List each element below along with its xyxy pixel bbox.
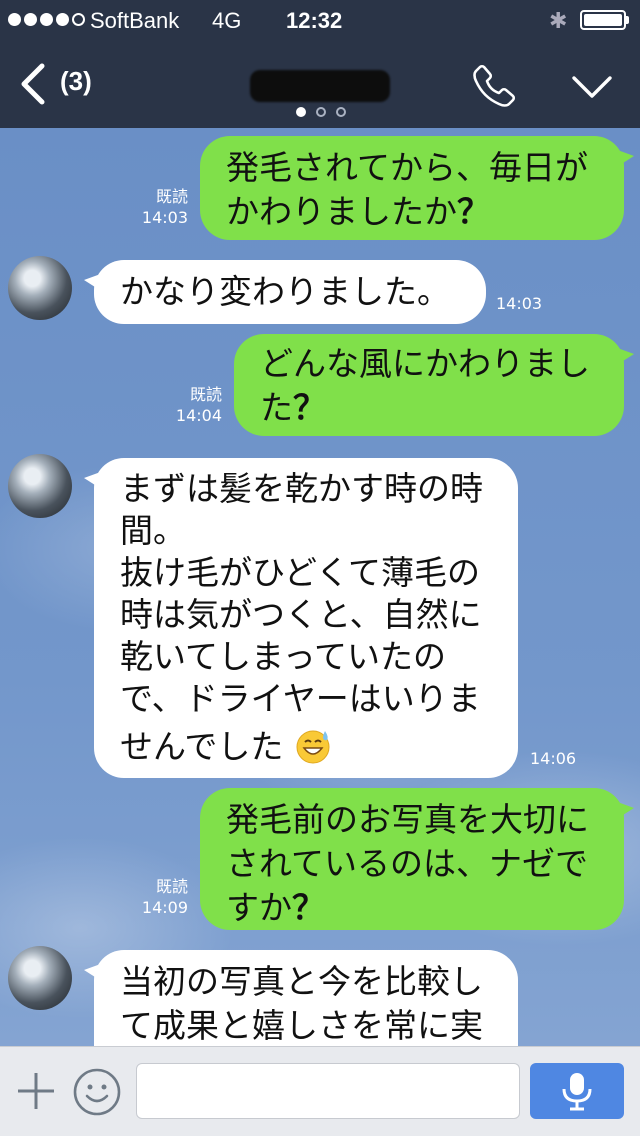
- message-line: すか？: [226, 888, 325, 927]
- status-bar: SoftBank 4G 12:32 ✱: [0, 0, 640, 40]
- message-input-bar: [0, 1046, 640, 1136]
- message-bubble-received[interactable]: かなり変わりました。: [84, 260, 486, 324]
- back-chevron-icon[interactable]: [14, 62, 54, 106]
- message-bubble-sent[interactable]: 発毛されてから、毎日が かわりましたか？: [200, 136, 634, 240]
- message-line: 発毛されてから、毎日が: [226, 148, 589, 187]
- message-line: た？: [260, 388, 326, 427]
- message-line: どんな風にかわりまし: [260, 344, 590, 383]
- chat-title-redacted: [250, 70, 390, 102]
- message-line: て成果と嬉しさを常に実: [120, 1006, 483, 1045]
- message-time: 14:03: [496, 294, 543, 313]
- status-time: 12:32: [286, 8, 343, 33]
- chat-area[interactable]: 既読 14:03 発毛されてから、毎日が かわりましたか？ かなり変わりました。…: [0, 128, 640, 1046]
- message-meta: 既読 14:09: [128, 876, 188, 918]
- message-meta: 既読 14:04: [162, 384, 222, 426]
- message-time: 14:03: [141, 208, 188, 227]
- message-time: 14:09: [141, 898, 188, 917]
- message-line: かわりましたか？: [226, 192, 490, 231]
- page-dot: [336, 107, 346, 117]
- unread-count[interactable]: (3): [60, 66, 92, 97]
- message-line: 当初の写真と今を比較し: [120, 962, 483, 1001]
- message-time: 14:04: [175, 406, 222, 425]
- message-bubble-received[interactable]: まずは髪を乾かす時の時 間。 抜け毛がひどくて薄毛の 時は気がつくと、自然に 乾…: [84, 458, 518, 778]
- message-meta: 既読 14:03: [128, 186, 188, 228]
- chat-header: (3): [0, 40, 640, 128]
- grinning-sweat-emoji: [296, 730, 330, 764]
- read-receipt: 既読: [155, 877, 188, 896]
- read-receipt: 既読: [189, 385, 222, 404]
- message-line: まずは髪を乾かす時の時: [120, 469, 483, 508]
- page-indicator: [296, 107, 346, 117]
- carrier-name: SoftBank: [90, 8, 180, 33]
- message-bubble-sent[interactable]: どんな風にかわりまし た？: [234, 334, 634, 436]
- message-bubble-received[interactable]: 当初の写真と今を比較し て成果と嬉しさを常に実: [84, 950, 518, 1046]
- battery-icon: [580, 10, 626, 30]
- bluetooth-icon: ✱: [549, 8, 568, 33]
- microphone-icon: [562, 1073, 592, 1111]
- avatar[interactable]: [8, 946, 72, 1010]
- network-type: 4G: [212, 8, 242, 33]
- message-line: 抜け毛がひどくて薄毛の: [120, 553, 481, 592]
- message-line: せんでした: [120, 726, 518, 768]
- signal-strength-icon: [8, 13, 85, 26]
- plus-icon[interactable]: [14, 1069, 58, 1113]
- message-input[interactable]: [136, 1063, 520, 1119]
- message-line: 間。: [120, 511, 186, 550]
- message-line: 乾いてしまっていたの: [120, 637, 447, 676]
- battery-tip: [626, 16, 629, 24]
- avatar[interactable]: [8, 256, 72, 320]
- chevron-down-icon[interactable]: [568, 68, 616, 104]
- message-time: 14:06: [530, 749, 577, 768]
- voice-message-button[interactable]: [530, 1063, 624, 1119]
- smiley-icon[interactable]: [72, 1067, 122, 1117]
- message-line: されているのは、ナゼで: [226, 844, 589, 883]
- message-line: かなり変わりました。: [120, 272, 450, 311]
- avatar[interactable]: [8, 454, 72, 518]
- page-dot-active: [296, 107, 306, 117]
- message-line: で、ドライヤーはいりま: [120, 679, 481, 718]
- page-dot: [316, 107, 326, 117]
- message-bubble-sent[interactable]: 発毛前のお写真を大切に されているのは、ナゼで すか？: [200, 788, 634, 930]
- message-line: 時は気がつくと、自然に: [120, 595, 482, 634]
- message-line: 発毛前のお写真を大切に: [226, 800, 589, 839]
- phone-icon[interactable]: [470, 62, 518, 110]
- read-receipt: 既読: [155, 187, 188, 206]
